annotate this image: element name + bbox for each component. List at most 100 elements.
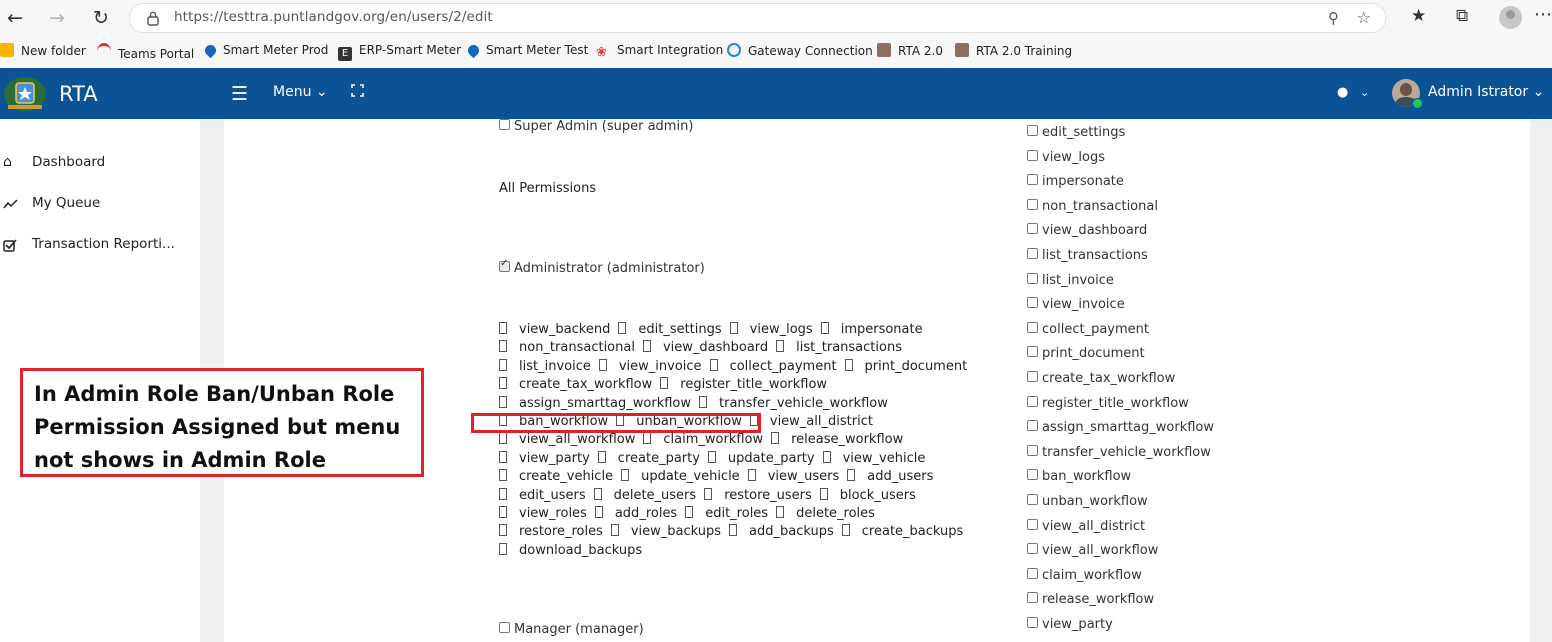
permission-checkbox[interactable] (1027, 444, 1038, 456)
permission-checkbox[interactable] (1027, 592, 1038, 604)
profile-icon[interactable] (1499, 6, 1522, 29)
sidebar-item-dashboard[interactable]: ⌂ Dashboard (0, 150, 200, 180)
trend-icon (3, 199, 18, 209)
permission-checkbox-item[interactable]: unban_workflow (1027, 494, 1148, 509)
permission-checkbox-item[interactable]: non_transactional (1027, 198, 1158, 214)
missing-glyph-box (499, 395, 507, 408)
chevron-down-icon[interactable]: ⌄ (1360, 86, 1369, 99)
permission-checkbox[interactable] (1027, 174, 1038, 186)
permission-name: assign_smarttag_workflow (519, 395, 692, 411)
online-status-dot (1412, 98, 1423, 109)
hamburger-menu-icon[interactable]: ☰ (231, 83, 248, 105)
drop-icon (465, 42, 482, 59)
permission-checkbox-item[interactable]: edit_settings (1027, 125, 1125, 140)
fullscreen-icon[interactable] (351, 84, 364, 97)
permission-checkbox[interactable] (1027, 420, 1038, 432)
permission-checkbox-item[interactable]: ban_workflow (1027, 469, 1131, 484)
permission-checkbox-item[interactable]: list_transactions (1027, 248, 1148, 263)
permission-checkbox-item[interactable]: view_all_district (1027, 518, 1145, 534)
annotation-callout: In Admin Role Ban/Unban Role Permission … (20, 368, 424, 477)
permission-checkbox-item[interactable]: create_tax_workflow (1027, 371, 1175, 386)
address-bar[interactable]: https://testtra.puntlandgov.org/en/users… (129, 3, 1386, 33)
missing-glyph-box (499, 524, 507, 537)
permission-label: create_tax_workflow (1042, 371, 1176, 386)
permission-checkbox-item[interactable]: view_dashboard (1027, 223, 1147, 238)
missing-glyph-box (707, 450, 716, 463)
permission-checkbox-item[interactable]: transfer_vehicle_workflow (1027, 444, 1211, 460)
role-checkbox[interactable] (499, 622, 510, 633)
permission-checkbox[interactable] (1027, 297, 1038, 309)
bookmark-teams-portal[interactable]: Teams Portal (97, 43, 194, 61)
permission-checkbox[interactable] (1027, 125, 1038, 136)
permission-checkbox[interactable] (1027, 371, 1038, 382)
permission-checkbox-item[interactable]: view_logs (1027, 149, 1105, 165)
permission-name: view_dashboard (662, 340, 769, 356)
zoom-icon[interactable]: ⚲ (1328, 9, 1339, 27)
permission-checkbox-item[interactable]: claim_workflow (1027, 567, 1142, 583)
permission-checkbox[interactable] (1027, 248, 1038, 259)
role-administrator[interactable]: Administrator (administrator) (499, 258, 705, 276)
back-arrow-icon[interactable]: ← (2, 6, 28, 30)
reload-icon[interactable]: ↻ (88, 6, 114, 30)
permission-checkbox[interactable] (1027, 321, 1038, 333)
permission-checkbox[interactable] (1027, 567, 1038, 579)
permission-checkbox-item[interactable]: release_workflow (1027, 592, 1154, 607)
permission-checkbox-item[interactable]: print_document (1027, 346, 1145, 361)
permission-checkbox[interactable] (1027, 469, 1038, 481)
permission-checkbox-item[interactable]: collect_payment (1027, 321, 1149, 337)
teams-portal-icon (97, 43, 111, 60)
permission-checkbox-item[interactable]: assign_smarttag_workflow (1027, 420, 1214, 435)
role-checkbox[interactable] (499, 119, 510, 130)
sidebar-item-transaction-reporting[interactable]: Transaction Reporti... (0, 232, 200, 262)
missing-glyph-box (597, 450, 606, 463)
bookmark-smart-integration[interactable]: ❀ Smart Integration (596, 43, 723, 60)
user-menu-button[interactable]: Admin Istrator ⌄ (1428, 84, 1544, 100)
permission-checkbox[interactable] (1027, 346, 1038, 358)
lock-icon[interactable] (146, 10, 160, 26)
role-super-admin[interactable]: Super Admin (super admin) (499, 119, 693, 134)
permission-checkbox[interactable] (1027, 395, 1038, 407)
bookmark-rta-2-training[interactable]: RTA 2.0 Training (955, 43, 1072, 58)
collections-icon[interactable]: ⧉ (1456, 6, 1468, 26)
permission-checkbox-item[interactable]: impersonate (1027, 174, 1124, 189)
rta-logo[interactable] (2, 75, 48, 113)
permission-checkbox[interactable] (1027, 198, 1038, 210)
permission-checkbox[interactable] (1027, 543, 1038, 555)
forward-arrow-icon[interactable]: → (44, 6, 70, 30)
menu-dropdown-button[interactable]: Menu ⌄ (273, 84, 328, 100)
more-options-icon[interactable]: ⋯ (1534, 4, 1552, 25)
permission-checkbox-item[interactable]: view_all_workflow (1027, 543, 1158, 558)
user-icon[interactable]: ● (1337, 85, 1348, 100)
bookmark-gateway-connection[interactable]: Gateway Connection (727, 43, 873, 58)
permission-checkbox[interactable] (1027, 617, 1038, 628)
permission-name: add_roles (614, 506, 678, 521)
missing-glyph-box (499, 322, 507, 334)
permission-checkbox-item[interactable]: register_title_workflow (1027, 395, 1189, 411)
bookmark-rta-2[interactable]: RTA 2.0 (877, 43, 943, 58)
permission-name: view_logs (749, 322, 813, 337)
permission-name: view_party (519, 450, 590, 466)
role-checkbox[interactable] (499, 258, 510, 272)
permission-checkbox[interactable] (1027, 272, 1038, 284)
bookmark-smart-meter-prod[interactable]: Smart Meter Prod (202, 42, 328, 59)
bookmark-new-folder[interactable]: New folder (0, 43, 86, 58)
permission-line: view_backend edit_settings view_logs impers… (499, 322, 929, 337)
permission-checkbox[interactable] (1027, 494, 1038, 505)
permission-name: view_backend (519, 322, 611, 337)
permission-checkbox-item[interactable]: view_invoice (1027, 297, 1125, 312)
add-favorite-icon[interactable]: ☆ (1357, 8, 1371, 27)
missing-glyph-box (594, 506, 603, 518)
missing-glyph-box (729, 322, 738, 334)
role-manager[interactable]: Manager (manager) (499, 622, 644, 637)
bookmark-smart-meter-test[interactable]: Smart Meter Test (465, 42, 588, 59)
permission-checkbox-item[interactable]: view_party (1027, 617, 1113, 632)
bookmark-erp-smart-meter[interactable]: E ERP-Smart Meter (338, 43, 461, 61)
permission-checkbox[interactable] (1027, 223, 1038, 235)
permission-checkbox[interactable] (1027, 149, 1038, 161)
favorites-icon[interactable]: ★ (1411, 6, 1426, 26)
permission-checkbox[interactable] (1027, 518, 1038, 530)
permission-checkbox-item[interactable]: list_invoice (1027, 272, 1114, 288)
sidebar-item-my-queue[interactable]: My Queue (0, 191, 200, 221)
url-text[interactable]: https://testtra.puntlandgov.org/en/users… (174, 9, 493, 25)
permission-name: delete_users (613, 487, 697, 503)
